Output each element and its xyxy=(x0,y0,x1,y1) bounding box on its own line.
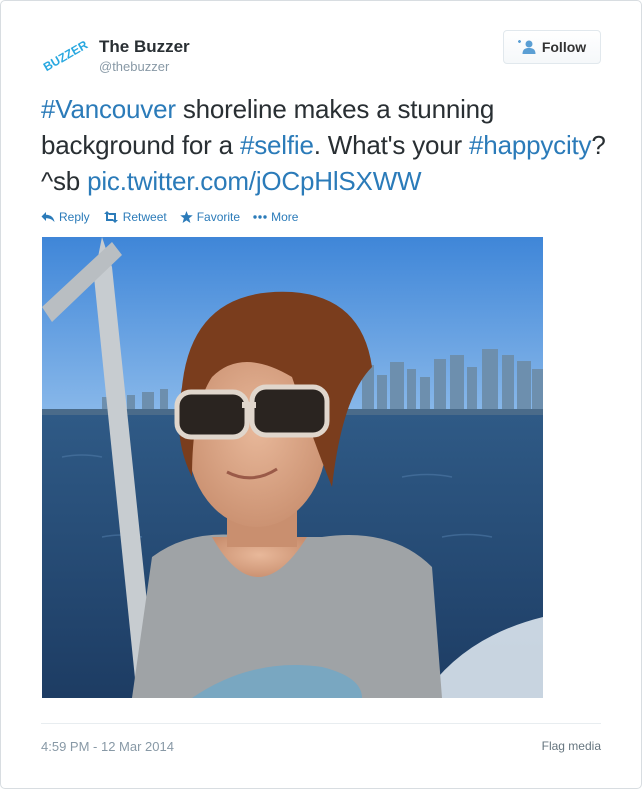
hashtag-vancouver-link[interactable]: #Vancouver xyxy=(41,94,176,124)
tweet-actions: Reply Retweet Favorite More xyxy=(41,210,311,224)
user-name[interactable]: The Buzzer xyxy=(99,37,190,57)
reply-icon xyxy=(41,212,55,222)
more-button[interactable]: More xyxy=(253,210,298,224)
hashtag-happycity-link[interactable]: #happycity xyxy=(469,130,592,160)
hashtag-selfie-link[interactable]: #selfie xyxy=(240,130,314,160)
photo-selfie-vancouver-shoreline xyxy=(42,237,543,698)
reply-button[interactable]: Reply xyxy=(41,210,90,224)
star-icon xyxy=(179,211,193,223)
tweet-photo[interactable] xyxy=(42,237,543,698)
retweet-icon xyxy=(103,211,118,223)
follow-button[interactable]: Follow xyxy=(503,30,601,64)
pic-twitter-link[interactable]: pic.twitter.com/jOCpHlSXWW xyxy=(87,166,421,196)
buzzer-logo-icon: BUZZER xyxy=(41,37,89,74)
footer-divider xyxy=(41,723,601,724)
tweet-text-segment: . What's your xyxy=(313,130,470,160)
reply-label: Reply xyxy=(59,210,90,224)
favorite-label: Favorite xyxy=(196,210,241,224)
follow-button-label: Follow xyxy=(541,39,587,55)
retweet-label: Retweet xyxy=(122,210,167,224)
more-dots-icon xyxy=(253,215,267,219)
avatar-logo-text: BUZZER xyxy=(41,37,89,74)
timestamp[interactable]: 4:59 PM - 12 Mar 2014 xyxy=(41,739,174,754)
tweet-text: #Vancouver shoreline makes a stunning ba… xyxy=(41,91,616,199)
avatar[interactable]: BUZZER xyxy=(41,31,89,79)
follow-person-plus-icon xyxy=(517,40,536,54)
favorite-button[interactable]: Favorite xyxy=(179,210,241,224)
retweet-button[interactable]: Retweet xyxy=(103,210,167,224)
tweet-card: BUZZER The Buzzer @thebuzzer Follow #Van… xyxy=(0,0,642,789)
user-handle[interactable]: @thebuzzer xyxy=(99,59,169,75)
flag-media-link[interactable]: Flag media xyxy=(542,739,601,753)
more-label: More xyxy=(271,210,299,224)
